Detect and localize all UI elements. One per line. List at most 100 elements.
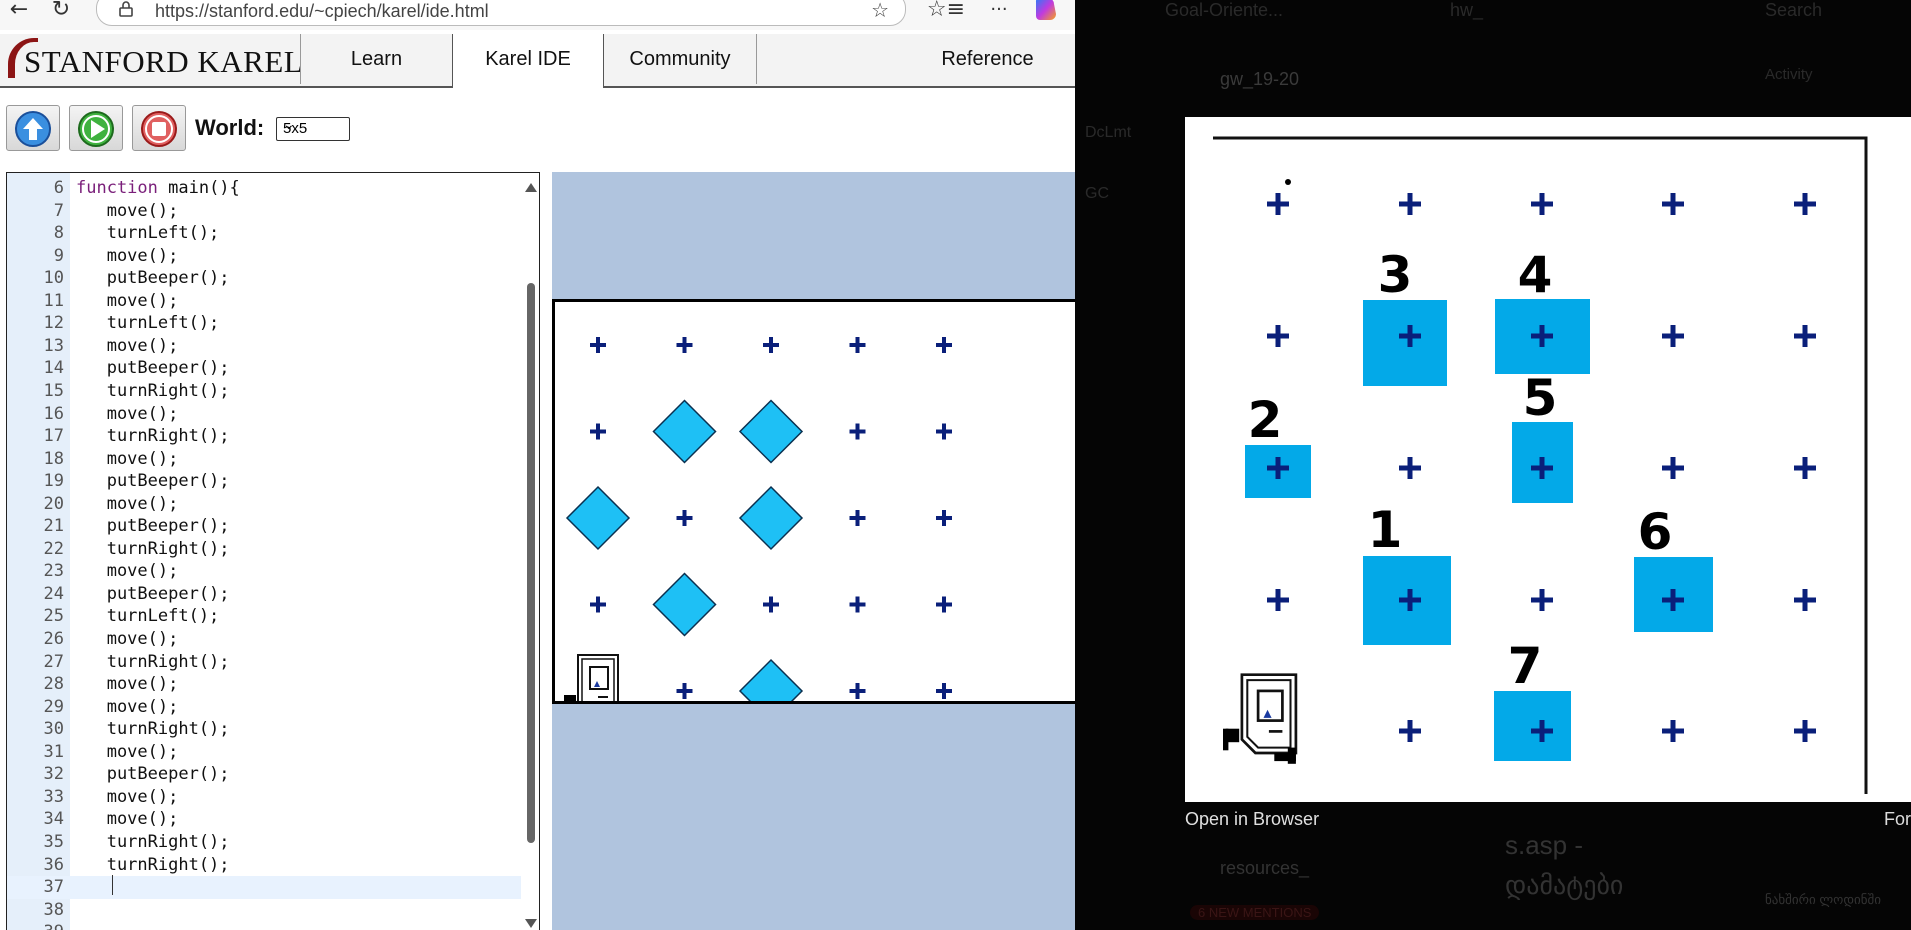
- line-number: 28: [43, 674, 64, 695]
- line-number: 16: [43, 403, 64, 424]
- beeper-diamond: [652, 572, 717, 637]
- code-line[interactable]: 35 turnRight();: [7, 831, 521, 854]
- code-text: move();: [76, 561, 179, 582]
- favorites-icon[interactable]: ☆≡: [926, 0, 966, 22]
- corner-cross-icon: [936, 510, 952, 526]
- run-button[interactable]: [69, 105, 123, 151]
- channel-item[interactable]: resources_: [1220, 858, 1309, 879]
- handdrawn-karel-diagram: 3 4 2 5 1 6 7: [1213, 136, 1868, 794]
- corner-cross-icon: [1662, 720, 1684, 742]
- code-line[interactable]: 20 move();: [7, 493, 521, 516]
- tab-community[interactable]: Community: [604, 34, 756, 84]
- line-number: 24: [43, 583, 64, 604]
- reload-icon[interactable]: ↻: [48, 0, 74, 22]
- open-in-browser-link[interactable]: Open in Browser: [1185, 809, 1319, 830]
- beeper-square: [1494, 691, 1571, 761]
- code-line[interactable]: 28 move();: [7, 673, 521, 696]
- url-field[interactable]: https://stanford.edu/~cpiech/karel/ide.h…: [96, 0, 906, 26]
- code-line[interactable]: 17 turnRight();: [7, 425, 521, 448]
- line-number: 39: [7, 921, 64, 930]
- code-line[interactable]: 11 move();: [7, 290, 521, 313]
- code-line[interactable]: 19 putBeeper();: [7, 470, 521, 493]
- code-line[interactable]: 26 move();: [7, 628, 521, 651]
- corner-cross-icon: [1267, 193, 1289, 215]
- code-line[interactable]: 7 move();: [7, 200, 521, 223]
- stanford-karel-logo[interactable]: STANFORD KAREL: [6, 34, 303, 84]
- code-line[interactable]: 18 move();: [7, 448, 521, 471]
- karel-robot-icon: [564, 654, 619, 721]
- channel-title[interactable]: Goal-Oriente...: [1165, 0, 1283, 21]
- world-label: World:: [195, 115, 265, 140]
- code-text: move();: [76, 335, 179, 356]
- world-select[interactable]: 5x5 ⌄: [276, 117, 350, 141]
- code-text: move();: [76, 200, 179, 221]
- line-number: 33: [43, 786, 64, 807]
- beeper-square: [1363, 300, 1447, 386]
- corner-cross-icon: [676, 683, 693, 699]
- editor-scrollbar[interactable]: [521, 173, 539, 930]
- tab-learn[interactable]: Learn: [300, 34, 452, 84]
- pen-dot: [1285, 179, 1291, 185]
- code-line[interactable]: 37: [7, 876, 521, 899]
- new-mentions-badge[interactable]: 6 NEW MENTIONS: [1190, 905, 1320, 920]
- code-line[interactable]: 23 move();: [7, 560, 521, 583]
- code-line[interactable]: 6 function main(){: [7, 177, 521, 200]
- more-menu-icon[interactable]: ···: [984, 0, 1014, 22]
- code-editor[interactable]: 6 function main(){7 move(); 8 turnLeft(); 9…: [6, 172, 540, 930]
- back-icon[interactable]: ←: [6, 0, 32, 22]
- scroll-up-arrow-icon[interactable]: [525, 183, 537, 192]
- code-text: move();: [76, 696, 179, 717]
- code-text: turnLeft();: [76, 223, 220, 244]
- copilot-icon[interactable]: [1034, 0, 1062, 22]
- corner-cross-icon: [590, 337, 606, 353]
- code-line[interactable]: 27 turnRight();: [7, 651, 521, 674]
- code-line[interactable]: 33 move();: [7, 786, 521, 809]
- upload-button[interactable]: [6, 105, 60, 151]
- code-line[interactable]: 34 move();: [7, 808, 521, 831]
- message-text: s.asp -: [1505, 830, 1584, 860]
- logo-text: STANFORD KAREL: [24, 44, 304, 79]
- code-line[interactable]: 9 move();: [7, 245, 521, 268]
- activity-label[interactable]: Activity: [1765, 66, 1813, 83]
- code-line[interactable]: 31 move();: [7, 741, 521, 764]
- code-line[interactable]: 13 move();: [7, 335, 521, 358]
- search-label[interactable]: Search: [1765, 0, 1822, 21]
- code-line[interactable]: 15 turnRight();: [7, 380, 521, 403]
- corner-cross-icon: [1399, 193, 1421, 215]
- line-number: 18: [43, 448, 64, 469]
- code-line[interactable]: 30 turnRight();: [7, 718, 521, 741]
- code-line[interactable]: 25 turnLeft();: [7, 605, 521, 628]
- code-line[interactable]: 21 putBeeper();: [7, 515, 521, 538]
- line-number: 9: [53, 245, 64, 266]
- code-line[interactable]: 29 move();: [7, 696, 521, 719]
- code-line[interactable]: 12 turnLeft();: [7, 312, 521, 335]
- code-text: move();: [76, 493, 179, 514]
- chevron-down-icon: ⌄: [283, 117, 295, 133]
- scroll-down-arrow-icon[interactable]: [525, 919, 537, 928]
- corner-cross-icon: [1267, 589, 1289, 611]
- code-line[interactable]: 24 putBeeper();: [7, 583, 521, 606]
- message-text: დამატები: [1505, 870, 1624, 900]
- code-line[interactable]: 38: [7, 899, 521, 922]
- code-line[interactable]: 32 putBeeper();: [7, 763, 521, 786]
- stop-button[interactable]: [132, 105, 186, 151]
- tab-karel-ide[interactable]: Karel IDE: [452, 34, 604, 88]
- code-line[interactable]: 14 putBeeper();: [7, 357, 521, 380]
- status-text: ნახშირი ლოდინში: [1765, 892, 1881, 907]
- edge-text: For: [1884, 809, 1911, 829]
- favorite-star-icon[interactable]: ☆: [871, 0, 889, 22]
- channel-item[interactable]: gw_19-20: [1220, 69, 1299, 90]
- code-line[interactable]: 16 move();: [7, 403, 521, 426]
- code-text: move();: [76, 809, 179, 830]
- code-line[interactable]: 8 turnLeft();: [7, 222, 521, 245]
- code-text: move();: [76, 448, 179, 469]
- tab-reference[interactable]: Reference: [900, 34, 1075, 84]
- code-line[interactable]: 39: [7, 921, 521, 930]
- code-line[interactable]: 10 putBeeper();: [7, 267, 521, 290]
- corner-cross-icon: [763, 337, 779, 353]
- channel-item[interactable]: hw_: [1450, 0, 1483, 21]
- scrollbar-thumb[interactable]: [527, 283, 535, 843]
- code-line[interactable]: 36 turnRight();: [7, 854, 521, 877]
- code-line[interactable]: 22 turnRight();: [7, 538, 521, 561]
- karel-world-canvas: [564, 337, 952, 724]
